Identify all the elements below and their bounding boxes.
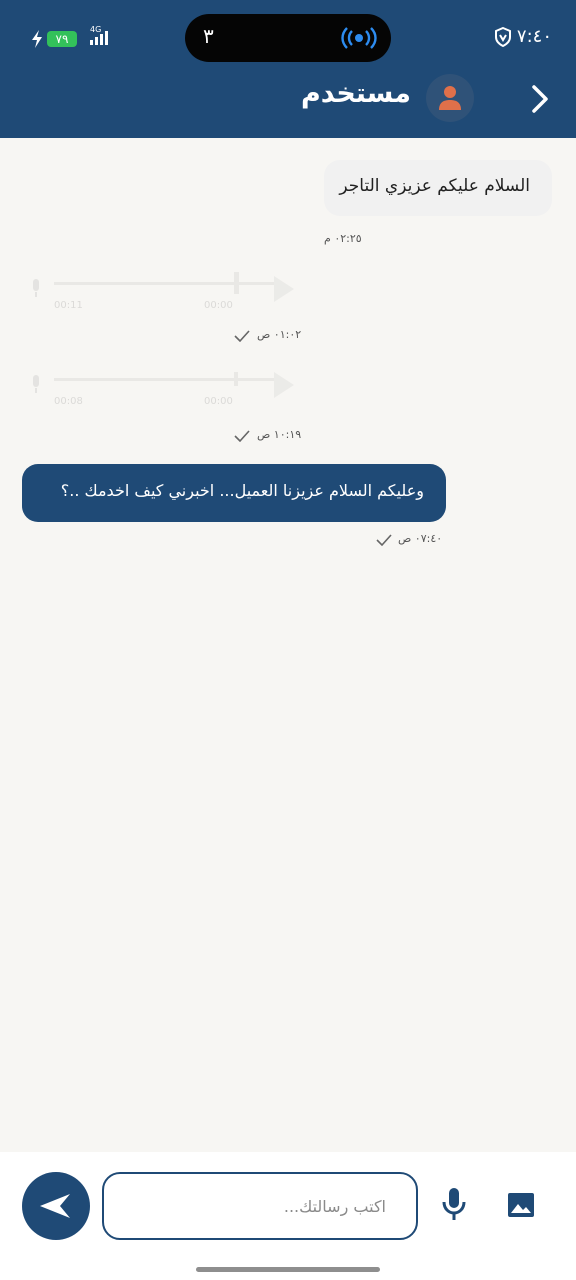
audio-length: 00:11 <box>54 300 83 311</box>
broadcast-icon <box>341 27 377 49</box>
sent-check-icon <box>234 430 250 442</box>
pill-count: ٣ <box>203 24 214 48</box>
composer-bar <box>0 1152 576 1280</box>
outgoing-message-bubble[interactable]: وعليكم السلام عزيزنا العميل... اخبرني كي… <box>22 464 446 522</box>
waveform-icon <box>54 372 274 386</box>
outgoing-message-time: ٠٧:٤٠ ص <box>398 532 443 545</box>
audio-message-time: ١٠:١٩ ص <box>257 428 302 441</box>
image-gallery-icon[interactable] <box>506 1190 536 1220</box>
user-icon <box>439 86 461 110</box>
waveform-icon <box>54 272 274 294</box>
signal-icon <box>90 31 108 45</box>
dynamic-island-pill: ٣ <box>185 14 391 62</box>
audio-message-time: ٠١:٠٢ ص <box>257 328 302 341</box>
status-bar: ٧:٤٠ ٣ 4G ٧٩ <box>0 14 576 62</box>
audio-message[interactable]: 00:00 00:08 <box>24 358 302 424</box>
vpn-shield-icon <box>495 27 511 47</box>
play-icon[interactable] <box>270 370 296 400</box>
play-icon[interactable] <box>270 274 296 304</box>
back-chevron-icon[interactable] <box>528 84 554 114</box>
outgoing-message-text: وعليكم السلام عزيزنا العميل... اخبرني كي… <box>60 481 424 500</box>
incoming-message-bubble[interactable]: السلام عليكم عزيزي التاجر <box>324 160 552 216</box>
audio-duration: 00:00 <box>204 300 233 311</box>
audio-duration: 00:00 <box>204 396 233 407</box>
send-button[interactable] <box>22 1172 90 1240</box>
audio-message[interactable]: 00:00 00:11 <box>24 262 302 328</box>
message-list[interactable]: السلام عليكم عزيزي التاجر ٠٢:٢٥ م 00:00 … <box>0 138 576 1152</box>
message-input[interactable] <box>102 1172 418 1240</box>
incoming-message-time: ٠٢:٢٥ م <box>324 232 362 245</box>
microphone-icon <box>33 279 39 297</box>
sent-check-icon <box>376 534 392 546</box>
incoming-message-text: السلام عليكم عزيزي التاجر <box>339 176 530 196</box>
send-icon <box>40 1194 70 1218</box>
sent-check-icon <box>234 330 250 342</box>
charging-bolt-icon <box>32 30 42 48</box>
audio-length: 00:08 <box>54 396 83 407</box>
avatar[interactable] <box>426 74 474 122</box>
microphone-icon <box>33 375 39 393</box>
microphone-button-icon[interactable] <box>440 1186 468 1222</box>
chat-header: ٧:٤٠ ٣ 4G ٧٩ مستخدم <box>0 0 576 138</box>
contact-name: مستخدم <box>300 78 411 109</box>
home-indicator <box>196 1267 380 1272</box>
battery-indicator: ٧٩ <box>47 31 77 47</box>
status-time: ٧:٤٠ <box>516 26 552 47</box>
